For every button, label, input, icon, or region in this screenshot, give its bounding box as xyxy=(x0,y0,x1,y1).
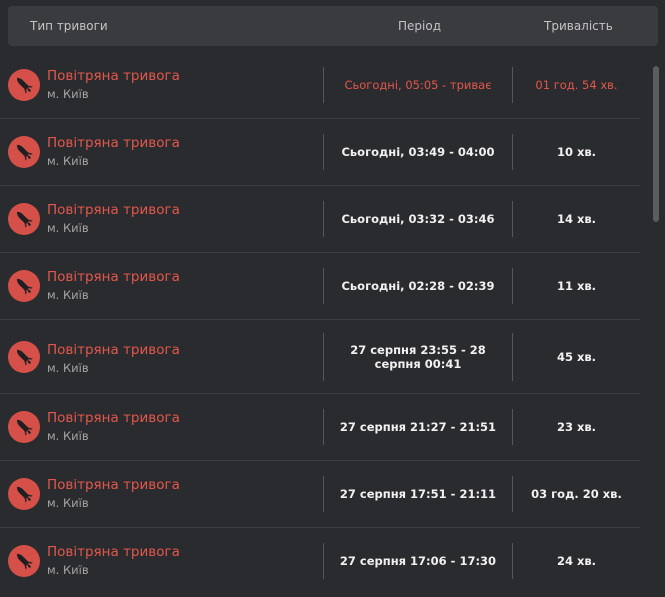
alert-duration: 11 хв. xyxy=(556,279,597,293)
missile-icon xyxy=(8,411,40,443)
alert-city: м. Київ xyxy=(47,87,89,101)
missile-icon xyxy=(8,69,40,101)
missile-icon xyxy=(8,478,40,510)
alert-title: Повітряна тривога xyxy=(47,410,180,426)
alert-row[interactable]: Повітряна тривога м. Київ Сьогодні, 03:4… xyxy=(0,119,640,186)
alert-period: 27 серпня 21:27 - 21:51 xyxy=(339,420,497,434)
alert-city: м. Київ xyxy=(47,496,89,510)
alert-row[interactable]: Повітряна тривога м. Київ 27 серпня 17:0… xyxy=(0,528,640,594)
alert-row[interactable]: Повітряна тривога м. Київ Сьогодні, 02:2… xyxy=(0,253,640,320)
alert-period: Сьогодні, 02:28 - 02:39 xyxy=(341,279,495,293)
scrollbar-thumb[interactable] xyxy=(653,66,659,222)
alert-duration: 03 год. 20 хв. xyxy=(531,487,622,501)
alert-duration: 24 хв. xyxy=(556,554,597,568)
alert-period: Сьогодні, 05:05 - триває xyxy=(344,78,492,92)
header-duration: Тривалість xyxy=(544,19,613,33)
table-header: Тип тривоги Період Тривалість xyxy=(8,6,658,46)
alert-row[interactable]: Повітряна тривога м. Київ Сьогодні, 05:0… xyxy=(0,52,640,119)
alert-city: м. Київ xyxy=(47,429,89,443)
alert-duration: 45 хв. xyxy=(556,349,597,364)
alert-city: м. Київ xyxy=(47,288,89,302)
alert-period: 27 серпня 23:55 - 28 серпня 00:41 xyxy=(350,342,486,371)
alert-duration: 14 хв. xyxy=(556,212,597,226)
alert-period: 27 серпня 17:51 - 21:11 xyxy=(339,487,497,501)
missile-icon xyxy=(8,270,40,302)
alert-row[interactable]: Повітряна тривога м. Київ 27 серпня 17:5… xyxy=(0,461,640,528)
scrollbar[interactable] xyxy=(653,60,659,590)
alert-row[interactable]: Повітряна тривога м. Київ 27 серпня 23:5… xyxy=(0,320,640,394)
alert-city: м. Київ xyxy=(47,361,89,375)
alert-duration: 23 хв. xyxy=(556,420,597,434)
alert-city: м. Київ xyxy=(47,221,89,235)
alert-row[interactable]: Повітряна тривога м. Київ 27 серпня 21:2… xyxy=(0,394,640,461)
header-type: Тип тривоги xyxy=(30,19,108,33)
alert-period: Сьогодні, 03:49 - 04:00 xyxy=(341,145,495,159)
alert-title: Повітряна тривога xyxy=(47,135,180,151)
alert-period: Сьогодні, 03:32 - 03:46 xyxy=(341,212,495,226)
alert-title: Повітряна тривога xyxy=(47,342,180,358)
alert-city: м. Київ xyxy=(47,154,89,168)
missile-icon xyxy=(8,340,40,373)
alert-period: 27 серпня 17:06 - 17:30 xyxy=(339,554,497,568)
alert-row[interactable]: Повітряна тривога м. Київ Сьогодні, 03:3… xyxy=(0,186,640,253)
alert-duration: 10 хв. xyxy=(556,145,597,159)
alert-city: м. Київ xyxy=(47,563,89,577)
missile-icon xyxy=(8,203,40,235)
alert-duration: 01 год. 54 хв. xyxy=(535,78,618,92)
alert-title: Повітряна тривога xyxy=(47,269,180,285)
missile-icon xyxy=(8,136,40,168)
alert-list: Повітряна тривога м. Київ Сьогодні, 05:0… xyxy=(0,52,640,594)
alert-title: Повітряна тривога xyxy=(47,544,180,560)
alert-title: Повітряна тривога xyxy=(47,202,180,218)
alert-title: Повітряна тривога xyxy=(47,477,180,493)
missile-icon xyxy=(8,545,40,577)
header-period: Період xyxy=(398,19,441,33)
alert-title: Повітряна тривога xyxy=(47,68,180,84)
